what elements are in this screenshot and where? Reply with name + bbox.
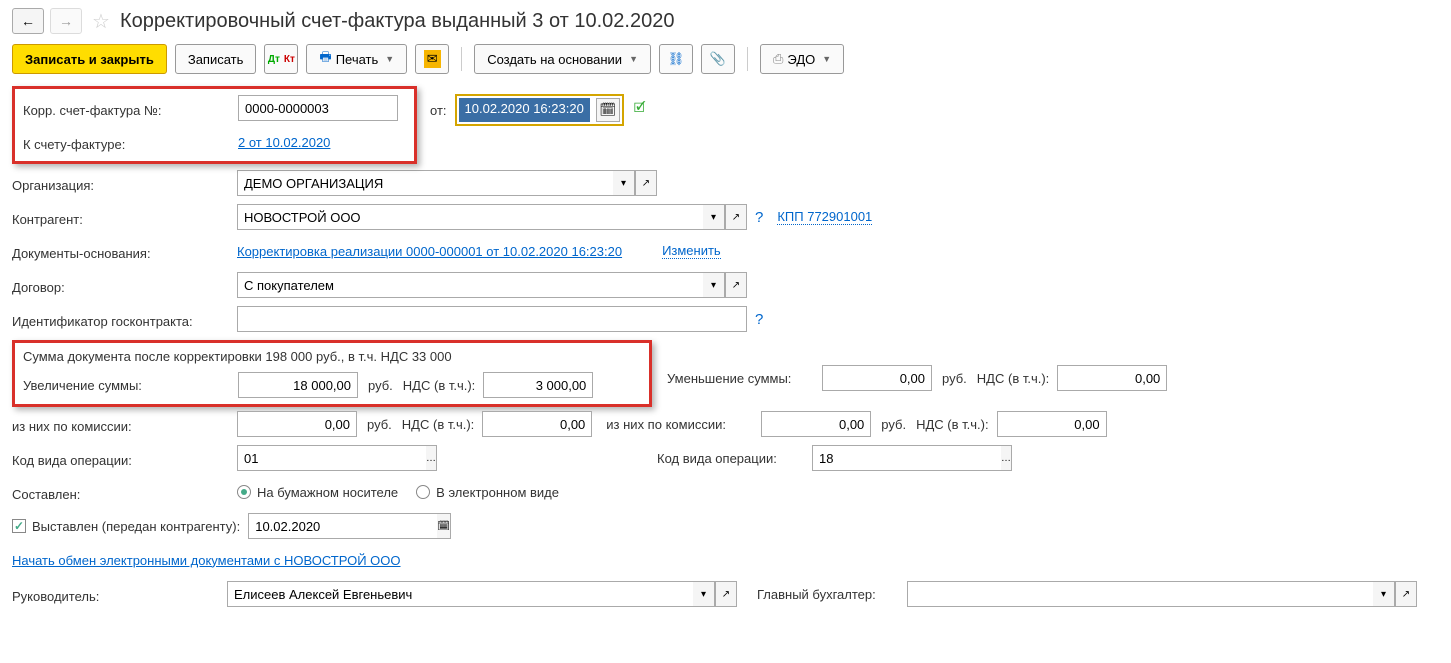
help-icon[interactable]: ?	[755, 311, 763, 328]
counterparty-open[interactable]: ↗	[725, 204, 747, 230]
edo-icon: ⎙	[773, 51, 783, 67]
manager-dropdown[interactable]: ▾	[693, 581, 715, 607]
page-title: Корректировочный счет-фактура выданный 3…	[120, 10, 675, 33]
paper-radio[interactable]	[237, 485, 251, 499]
contract-input[interactable]	[237, 272, 703, 298]
counterparty-label: Контрагент:	[12, 208, 237, 227]
save-button[interactable]: Записать	[175, 44, 257, 74]
op-code-label: Код вида операции:	[12, 449, 237, 468]
korr-number-label: Корр. счет-фактура №:	[23, 99, 238, 118]
to-invoice-link[interactable]: 2 от 10.02.2020	[238, 135, 330, 150]
kpp-link[interactable]: КПП 772901001	[777, 209, 872, 225]
org-label: Организация:	[12, 174, 237, 193]
print-button[interactable]: 🖶 Печать▼	[306, 44, 407, 74]
commission-inc-nds-input[interactable]	[482, 411, 592, 437]
favorite-icon[interactable]: ☆	[92, 9, 110, 34]
op-code2-input[interactable]	[812, 445, 1001, 471]
decrease-label: Уменьшение суммы:	[667, 371, 822, 386]
forward-button[interactable]: →	[50, 8, 82, 34]
increase-nds-input[interactable]	[483, 372, 593, 398]
op-code2-select[interactable]: …	[1001, 445, 1012, 471]
sum-after-label: Сумма документа после корректировки 198 …	[23, 349, 641, 364]
manager-open[interactable]: ↗	[715, 581, 737, 607]
issued-date-input[interactable]	[248, 513, 437, 539]
date-input[interactable]: 10.02.2020 16:23:20	[459, 98, 590, 122]
issued-calendar[interactable]: 🗓	[437, 513, 451, 539]
org-input[interactable]	[237, 170, 613, 196]
commission-dec-nds-input[interactable]	[997, 411, 1107, 437]
basis-label: Документы-основания:	[12, 242, 237, 261]
increase-label: Увеличение суммы:	[23, 378, 238, 393]
goscontract-input[interactable]	[237, 306, 747, 332]
increase-input[interactable]	[238, 372, 358, 398]
manager-input[interactable]	[227, 581, 693, 607]
nds-label: НДС (в т.ч.):	[403, 378, 476, 393]
issued-label: Выставлен (передан контрагенту):	[32, 519, 240, 534]
commission-label: из них по комиссии:	[12, 415, 237, 434]
nds-label: НДС (в т.ч.):	[977, 371, 1050, 386]
contract-open[interactable]: ↗	[725, 272, 747, 298]
commission-label2: из них по комиссии:	[606, 417, 761, 432]
chief-acc-open[interactable]: ↗	[1395, 581, 1417, 607]
dt-kt-button[interactable]: ДтКт	[264, 44, 298, 74]
commission-inc-input[interactable]	[237, 411, 357, 437]
attach-button[interactable]: 📎	[701, 44, 735, 74]
composed-label: Составлен:	[12, 483, 237, 502]
help-icon[interactable]: ?	[755, 209, 763, 226]
commission-dec-input[interactable]	[761, 411, 871, 437]
manager-label: Руководитель:	[12, 585, 227, 604]
date-label: от:	[430, 103, 447, 118]
mail-icon: ✉	[424, 50, 441, 68]
posted-icon: 🗹	[634, 99, 646, 121]
issued-checkbox[interactable]: ✓	[12, 519, 26, 533]
exchange-link[interactable]: Начать обмен электронными документами с …	[12, 553, 401, 568]
to-invoice-label: К счету-фактуре:	[23, 133, 238, 152]
op-code-label2: Код вида операции:	[657, 451, 812, 466]
decrease-nds-input[interactable]	[1057, 365, 1167, 391]
contract-label: Договор:	[12, 276, 237, 295]
op-code1-select[interactable]: …	[426, 445, 437, 471]
paperclip-icon: 📎	[710, 51, 726, 67]
save-close-button[interactable]: Записать и закрыть	[12, 44, 167, 74]
counterparty-input[interactable]	[237, 204, 703, 230]
op-code1-input[interactable]	[237, 445, 426, 471]
basis-link[interactable]: Корректировка реализации 0000-000001 от …	[237, 244, 622, 259]
decrease-input[interactable]	[822, 365, 932, 391]
org-dropdown[interactable]: ▾	[613, 170, 635, 196]
chief-acc-dropdown[interactable]: ▾	[1373, 581, 1395, 607]
org-open[interactable]: ↗	[635, 170, 657, 196]
back-button[interactable]: ←	[12, 8, 44, 34]
create-based-button[interactable]: Создать на основании▼	[474, 44, 651, 74]
mail-button[interactable]: ✉	[415, 44, 449, 74]
korr-number-input[interactable]	[238, 95, 398, 121]
goscontract-label: Идентификатор госконтракта:	[12, 310, 237, 329]
counterparty-dropdown[interactable]: ▾	[703, 204, 725, 230]
link-icon: ⛓	[668, 51, 685, 67]
contract-dropdown[interactable]: ▾	[703, 272, 725, 298]
calendar-button[interactable]: 🗓	[596, 98, 620, 122]
printer-icon: 🖶	[319, 48, 331, 70]
change-link[interactable]: Изменить	[662, 243, 721, 259]
chief-acc-label: Главный бухгалтер:	[757, 587, 907, 602]
edo-button[interactable]: ⎙ ЭДО▼	[760, 44, 844, 74]
chief-acc-input[interactable]	[907, 581, 1373, 607]
electronic-radio[interactable]	[416, 485, 430, 499]
structure-button[interactable]: ⛓	[659, 44, 693, 74]
